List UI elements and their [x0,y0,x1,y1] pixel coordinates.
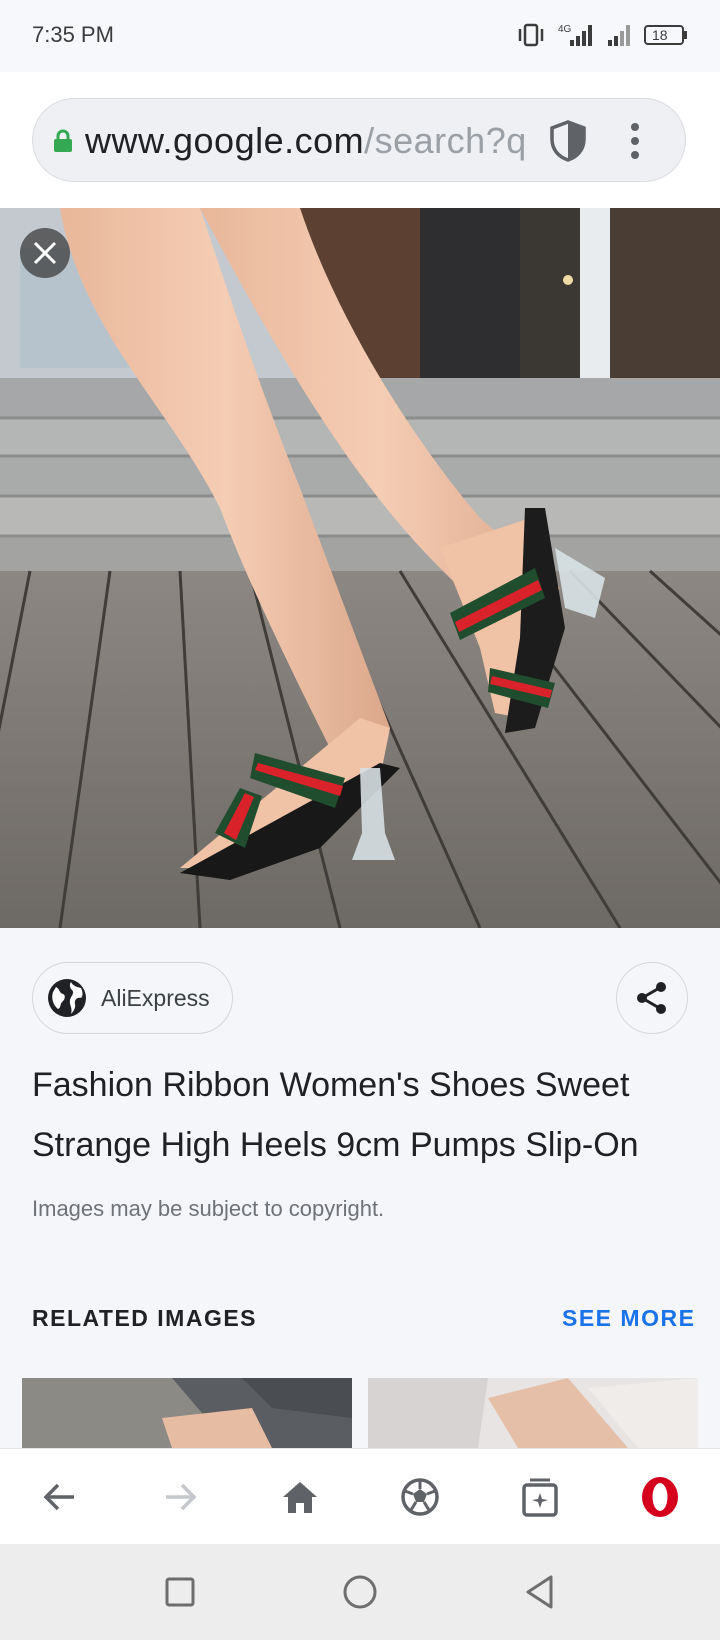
lock-icon [54,129,72,152]
recents-icon [165,1577,195,1607]
back-icon [43,1483,74,1511]
share-icon [637,982,666,1014]
forward-button[interactable] [154,1471,206,1523]
related-image-2 [368,1378,698,1448]
close-button[interactable] [20,228,70,278]
related-image-thumbnail[interactable] [22,1378,352,1448]
image-title[interactable]: Fashion Ribbon Women's Shoes Sweet Stran… [32,1055,692,1175]
status-time: 7:35 PM [32,22,114,47]
svg-text:18: 18 [652,27,668,43]
url-host: www.google.com [85,121,365,161]
share-button[interactable] [616,962,688,1034]
url-text[interactable]: www.google.com/search?q [85,121,565,161]
shield-icon[interactable] [548,119,588,163]
copyright-notice: Images may be subject to copyright. [32,1196,385,1221]
close-icon [33,241,57,265]
recents-button[interactable] [154,1566,206,1618]
product-image[interactable] [0,208,720,928]
opera-icon [642,1477,678,1517]
opera-menu-button[interactable] [634,1471,686,1523]
svg-text:4G: 4G [558,24,572,35]
tabs-icon [522,1478,558,1517]
system-back-button[interactable] [514,1566,566,1618]
forward-icon [166,1483,197,1511]
vpn-ball-icon [401,1478,439,1516]
tabs-button[interactable] [514,1471,566,1523]
status-bar: 7:35 PM 4G 18 [0,0,720,72]
vpn-button[interactable] [394,1471,446,1523]
related-image-thumbnail[interactable] [368,1378,698,1448]
source-chip[interactable]: AliExpress [32,962,233,1034]
home-icon [283,1482,317,1513]
related-images-heading: RELATED IMAGES [32,1305,258,1331]
home-button[interactable] [274,1471,326,1523]
vibrate-icon [518,23,544,47]
back-triangle-icon [526,1575,553,1609]
product-photo [0,208,720,928]
url-path: /search?q [364,121,527,161]
address-bar[interactable]: www.google.com/search?q [32,98,686,182]
globe-icon [48,979,86,1017]
status-icons: 4G 18 [516,22,688,48]
system-home-button[interactable] [334,1566,386,1618]
signal-4g-icon: 4G [558,24,592,46]
signal-icon [608,25,630,46]
battery-icon: 18 [644,25,687,45]
system-nav-bar [0,1544,720,1640]
home-circle-icon [343,1575,377,1609]
related-image-1 [22,1378,352,1448]
back-button[interactable] [34,1471,86,1523]
see-more-link[interactable]: SEE MORE [562,1305,695,1332]
browser-address-area: www.google.com/search?q [0,72,720,208]
source-name: AliExpress [101,984,210,1011]
more-vert-icon[interactable] [623,119,647,163]
browser-toolbar [0,1448,720,1544]
